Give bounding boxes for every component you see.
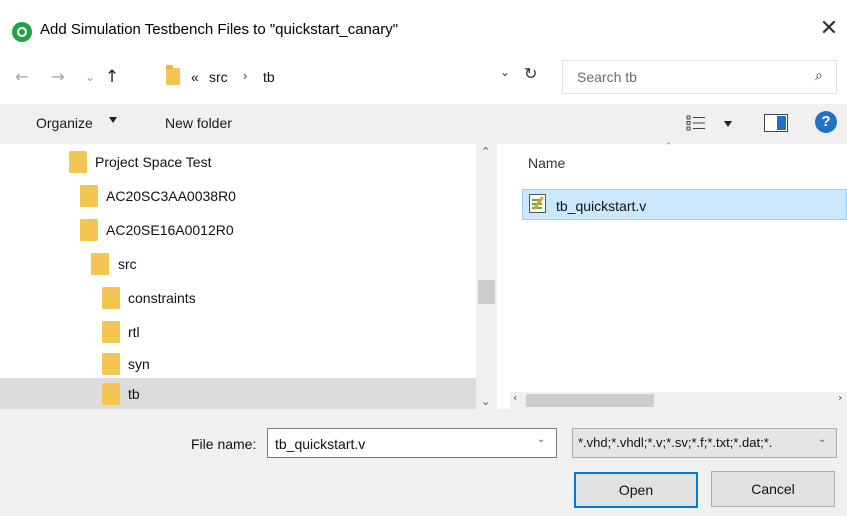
- file-name-label: tb_quickstart.v: [556, 198, 647, 214]
- tree-item-label: tb: [128, 386, 140, 402]
- tree-item-rtl[interactable]: rtl: [0, 316, 476, 348]
- folder-icon: [102, 353, 120, 375]
- folder-icon: [69, 151, 87, 173]
- refresh-icon[interactable]: ↻: [524, 64, 537, 83]
- tree-item-syn[interactable]: syn: [0, 348, 476, 380]
- sort-arrow-icon: ⌃: [665, 142, 673, 152]
- recent-locations-icon[interactable]: ⌄: [82, 64, 98, 90]
- address-dropdown-icon[interactable]: ⌄: [500, 65, 510, 79]
- tree-item-ac20se16a0012r0[interactable]: AC20SE16A0012R0: [0, 214, 476, 246]
- folder-icon: [91, 253, 109, 275]
- folder-icon: [102, 321, 120, 343]
- app-logo-icon: [12, 22, 32, 42]
- verilog-file-icon: [529, 194, 546, 213]
- file-name-label-text: File name:: [191, 436, 257, 452]
- new-folder-button[interactable]: New folder: [165, 115, 232, 131]
- forward-icon[interactable]: →: [48, 64, 68, 90]
- close-icon[interactable]: ✕: [816, 16, 842, 42]
- organize-button[interactable]: Organize: [36, 115, 93, 131]
- help-icon[interactable]: ?: [815, 111, 837, 133]
- folder-icon: [166, 65, 180, 85]
- scroll-right-icon[interactable]: ›: [838, 391, 842, 404]
- organize-dropdown-icon[interactable]: [109, 117, 117, 123]
- breadcrumb-tb[interactable]: tb: [263, 69, 275, 85]
- file-name-value: tb_quickstart.v: [275, 436, 366, 452]
- scroll-left-icon[interactable]: ‹: [513, 391, 517, 404]
- tree-scrollbar-thumb[interactable]: [478, 280, 495, 304]
- preview-pane-icon[interactable]: [764, 114, 788, 132]
- view-dropdown-icon[interactable]: [724, 121, 732, 127]
- tree-item-label: AC20SE16A0012R0: [106, 222, 234, 238]
- scroll-up-icon[interactable]: ⌃: [481, 145, 490, 158]
- back-icon[interactable]: ←: [12, 64, 32, 90]
- tree-item-tb[interactable]: tb: [0, 378, 476, 410]
- scroll-down-icon[interactable]: ⌄: [481, 395, 490, 408]
- view-options-icon[interactable]: [686, 115, 706, 131]
- tree-item-src[interactable]: src: [0, 248, 476, 280]
- folder-icon: [102, 383, 120, 405]
- tree-item-ac20sc3aa0038r0[interactable]: AC20SC3AA0038R0: [0, 180, 476, 212]
- window-title: Add Simulation Testbench Files to "quick…: [40, 21, 399, 38]
- search-placeholder: Search tb: [577, 69, 637, 85]
- tree-item-label: src: [118, 256, 137, 272]
- tree-vertical-scrollbar[interactable]: [476, 144, 497, 409]
- breadcrumb-overflow[interactable]: «: [191, 69, 199, 85]
- tree-item-label: rtl: [128, 324, 140, 340]
- folder-icon: [102, 287, 120, 309]
- column-header-name[interactable]: Name: [528, 155, 565, 171]
- open-button[interactable]: Open: [574, 472, 698, 508]
- file-name-dropdown-icon[interactable]: ⌄: [537, 434, 545, 445]
- tree-item-label: AC20SC3AA0038R0: [106, 188, 236, 204]
- horizontal-scrollbar-thumb[interactable]: [526, 394, 654, 407]
- tree-item-label: Project Space Test: [95, 154, 212, 170]
- tree-item-label: syn: [128, 356, 150, 372]
- tree-item-constraints[interactable]: constraints: [0, 282, 476, 314]
- search-icon[interactable]: ⌕: [815, 68, 823, 84]
- folder-icon: [80, 219, 98, 241]
- command-toolbar: [0, 104, 847, 144]
- tree-item-label: constraints: [128, 290, 196, 306]
- folder-icon: [80, 185, 98, 207]
- breadcrumb-src[interactable]: src: [209, 69, 228, 85]
- file-type-filter-value: *.vhd;*.vhdl;*.v;*.sv;*.f;*.txt;*.dat;*.: [578, 435, 773, 450]
- tree-item-project-space-test[interactable]: Project Space Test: [0, 146, 476, 178]
- breadcrumb-separator[interactable]: ›: [243, 68, 247, 83]
- filter-dropdown-icon[interactable]: ⌄: [818, 434, 826, 445]
- file-list-pane: [497, 144, 847, 409]
- cancel-button[interactable]: Cancel: [711, 471, 835, 507]
- up-folder-icon[interactable]: ↑: [102, 64, 122, 90]
